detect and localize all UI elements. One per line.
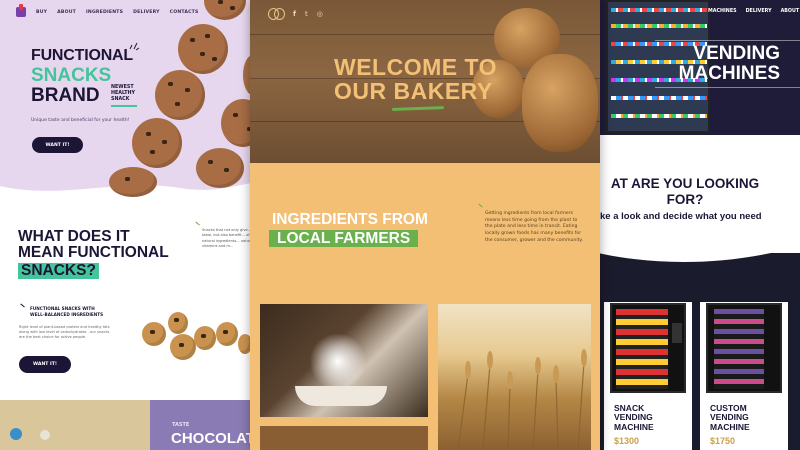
hero-title-line2: OUR BAKERY: [334, 77, 493, 104]
nav-about[interactable]: ABOUT: [57, 10, 76, 15]
twitter-icon[interactable]: t: [305, 10, 308, 18]
cookie-image: [155, 70, 205, 120]
hero-title-line2: MACHINES: [678, 62, 780, 84]
card-name: SNACK VENDING MACHINE: [614, 403, 654, 432]
hero-title-line3: BRAND: [31, 85, 100, 106]
cookie-image: [168, 312, 188, 334]
badge-line3: SNACK: [111, 97, 130, 103]
nav-delivery[interactable]: DELIVERY: [133, 10, 160, 15]
granola-image: [0, 400, 150, 450]
bakery-hero-title: WELCOME TO OUR BAKERY: [334, 54, 498, 104]
product-card[interactable]: SNACK VENDING MACHINE: [604, 302, 692, 450]
bread-image: [522, 54, 598, 152]
section-title: WHAT DOES IT MEAN FUNCTIONAL SNACKS?: [18, 228, 169, 279]
hero-title-line1: WELCOME TO: [334, 54, 498, 80]
snacks-site-panel: BUY ABOUT INGREDIENTS DELIVERY CONTACTS …: [0, 0, 258, 450]
chocolate-title: CHOCOLAT: [171, 430, 255, 447]
feature-title-line2: WELL-BALANCED INGREDIENTS: [30, 311, 104, 317]
facebook-icon[interactable]: f: [293, 10, 296, 18]
custom-machine-image: [706, 303, 782, 393]
bakery-site-panel: f t ◎ WELCOME TO OUR BAKERY INGREDIENTS …: [250, 0, 600, 450]
cookie-image: [109, 167, 157, 197]
card-name-line3: MACHINE: [614, 421, 654, 432]
cookie-image: [178, 24, 228, 74]
product-card[interactable]: CUSTOM VENDING MACHINE: [700, 302, 788, 450]
vending-site-panel: MACHINES DELIVERY ABOUT VENDING MACHINES…: [598, 0, 800, 450]
want-it-button[interactable]: WANT IT!: [32, 137, 83, 153]
bakery-image-bottom: [260, 426, 428, 450]
accent-dash: [195, 221, 200, 226]
card-price: $1750: [710, 436, 736, 446]
nav-delivery[interactable]: DELIVERY: [746, 9, 772, 14]
feature-title: FUNCTIONAL SNACKS WITH WELL-BALANCED ING…: [30, 306, 103, 317]
vending-nav: MACHINES DELIVERY ABOUT: [708, 9, 799, 14]
hero-title-line1: FUNCTIONAL: [31, 47, 133, 64]
accent-dash: [20, 303, 25, 308]
section-title-highlight: SNACKS?: [18, 262, 99, 279]
snack-machine-image: [610, 303, 686, 393]
looking-for-title: AT ARE YOU LOOKING FOR?: [600, 176, 770, 208]
card-name: CUSTOM VENDING MACHINE: [710, 403, 750, 432]
looking-for-line1: AT ARE YOU LOOKING: [610, 176, 760, 191]
hero-title-line1: VENDING: [693, 43, 780, 64]
snacks-nav: BUY ABOUT INGREDIENTS DELIVERY CONTACTS: [16, 4, 199, 17]
looking-for-line2: FOR?: [666, 192, 704, 208]
snacks-logo-icon[interactable]: [16, 4, 26, 17]
ingredients-title: INGREDIENTS FROM LOCAL FARMERS: [269, 211, 428, 247]
nav-ingredients[interactable]: INGREDIENTS: [86, 10, 123, 15]
nav-about[interactable]: ABOUT: [781, 9, 800, 14]
instagram-icon[interactable]: ◎: [317, 10, 323, 18]
card-price: $1300: [614, 436, 640, 446]
bakery-nav: f t ◎: [268, 7, 323, 20]
cookie-image: [170, 334, 196, 360]
vending-hero-title: VENDING MACHINES: [674, 44, 780, 83]
nav-contacts[interactable]: CONTACTS: [170, 10, 199, 15]
feature-title-line1: FUNCTIONAL SNACKS WITH: [30, 306, 95, 311]
cookie-image: [216, 322, 238, 346]
ingredients-title-line2: LOCAL FARMERS: [269, 229, 419, 247]
flour-hands-image: [260, 304, 428, 417]
section-title-line2: MEAN FUNCTIONAL: [18, 244, 169, 262]
section-title-line1: WHAT DOES IT: [18, 228, 130, 245]
badge-underline: [111, 104, 137, 107]
want-it-button-2[interactable]: WANT IT!: [19, 356, 71, 373]
feature-text: Right level of plant-based protein and h…: [19, 325, 110, 340]
pretzel-logo-icon[interactable]: [268, 7, 285, 20]
hero-tagline: Unique taste and beneficial for your hea…: [31, 118, 130, 123]
title-rule-bottom: [655, 87, 800, 88]
ingredients-text: Getting ingredients from local farmers m…: [485, 211, 583, 243]
cookie-image: [194, 326, 216, 350]
cookie-image: [196, 148, 244, 188]
accent-dash: [478, 203, 483, 208]
cookie-image: [142, 322, 166, 346]
section-wave-divider: [598, 236, 800, 263]
wheat-field-image: [438, 304, 591, 450]
nav-machines[interactable]: MACHINES: [708, 9, 737, 14]
ingredients-title-line1: INGREDIENTS FROM: [272, 211, 428, 228]
taste-label: TASTE: [172, 422, 190, 428]
newest-badge: NEWEST HEALTHY SNACK: [111, 85, 137, 107]
hero-title-line2: SNACKS: [31, 65, 112, 86]
title-rule-top: [655, 40, 800, 41]
cookie-image: [132, 118, 182, 168]
card-name-line3: MACHINE: [710, 421, 750, 432]
looking-for-subtitle: ke a look and decide what you need: [600, 211, 762, 222]
nav-buy[interactable]: BUY: [36, 10, 47, 15]
showcase-collage: BUY ABOUT INGREDIENTS DELIVERY CONTACTS …: [0, 0, 800, 450]
